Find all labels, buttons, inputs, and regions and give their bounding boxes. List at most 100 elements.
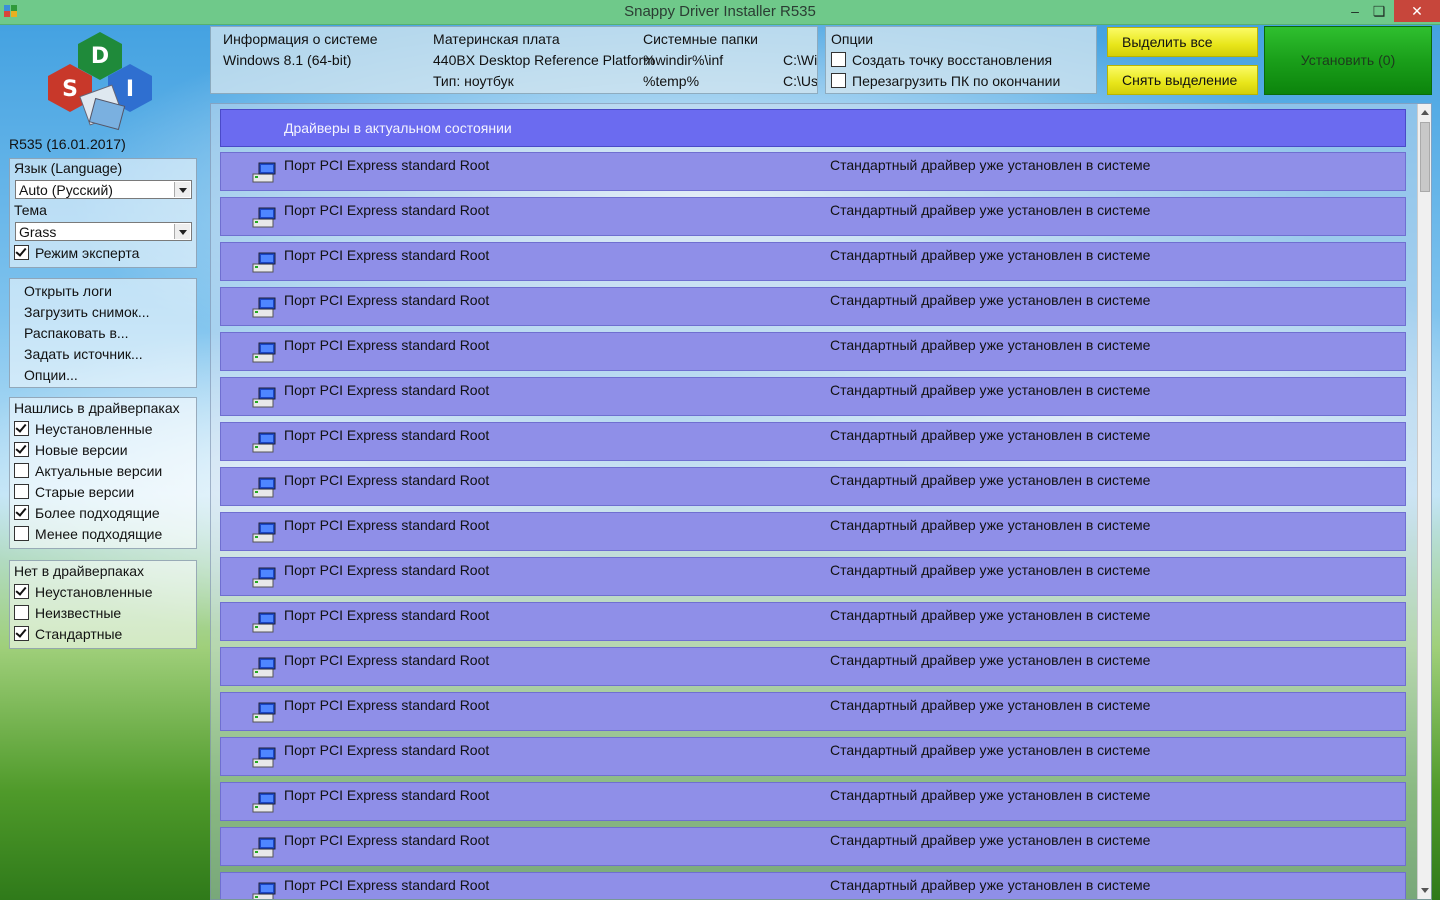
expert-mode-checkbox[interactable]: Режим эксперта (10, 243, 196, 264)
driver-row[interactable]: Порт PCI Express standard Root Стандартн… (220, 782, 1406, 821)
network-device-icon (252, 882, 276, 899)
driver-row[interactable]: Порт PCI Express standard Root Стандартн… (220, 512, 1406, 551)
select-all-button[interactable]: Выделить все (1107, 27, 1258, 57)
driver-name: Порт PCI Express standard Root (284, 517, 490, 533)
theme-value: Grass (19, 224, 57, 240)
menu-extract-to[interactable]: Распаковать в... (10, 323, 196, 344)
network-device-icon (252, 792, 276, 813)
driver-status: Стандартный драйвер уже установлен в сис… (830, 247, 1151, 263)
language-select[interactable]: Auto (Русский) (15, 180, 192, 199)
filter-missing-not-installed[interactable]: Неустановленные (10, 582, 196, 603)
filter-label: Старые версии (35, 484, 135, 500)
network-device-icon (252, 342, 276, 363)
driver-row[interactable]: Порт PCI Express standard Root Стандартн… (220, 377, 1406, 416)
filter-found-older[interactable]: Старые версии (10, 482, 196, 503)
filter-label: Неустановленные (35, 584, 153, 600)
scroll-up-icon[interactable] (1418, 104, 1431, 120)
language-value: Auto (Русский) (19, 182, 113, 198)
driver-row[interactable]: Порт PCI Express standard Root Стандартн… (220, 422, 1406, 461)
menu-options[interactable]: Опции... (10, 365, 196, 386)
driver-name: Порт PCI Express standard Root (284, 607, 490, 623)
driver-status: Стандартный драйвер уже установлен в сис… (830, 472, 1151, 488)
system-info-panel: Информация о системе Windows 8.1 (64-bit… (210, 26, 818, 94)
checkbox-icon[interactable] (831, 73, 846, 88)
svg-text:D: D (91, 44, 109, 69)
scroll-down-icon[interactable] (1418, 883, 1431, 899)
settings-panel: Язык (Language) Auto (Русский) Тема Gras… (9, 158, 197, 268)
filter-missing-standard[interactable]: Стандартные (10, 624, 196, 645)
list-group-header[interactable]: Драйверы в актуальном состоянии (220, 109, 1406, 147)
restore-point-checkbox[interactable]: Создать точку восстановления (831, 52, 1052, 68)
deselect-button[interactable]: Снять выделение (1107, 65, 1258, 95)
notfound-header: Нет в драйверпаках (14, 563, 145, 579)
driver-rows: Порт PCI Express standard Root Стандартн… (220, 152, 1406, 899)
reboot-checkbox[interactable]: Перезагрузить ПК по окончании (831, 73, 1060, 89)
theme-select[interactable]: Grass (15, 222, 192, 241)
driver-list: Драйверы в актуальном состоянии Порт PCI… (210, 103, 1432, 900)
checkbox-icon[interactable] (14, 463, 29, 478)
chevron-down-icon[interactable] (174, 224, 190, 239)
driver-row[interactable]: Порт PCI Express standard Root Стандартн… (220, 647, 1406, 686)
driver-status: Стандартный драйвер уже установлен в сис… (830, 382, 1151, 398)
filter-found-not-installed[interactable]: Неустановленные (10, 419, 196, 440)
system-folders-label: Системные папки (643, 31, 758, 47)
driver-row[interactable]: Порт PCI Express standard Root Стандартн… (220, 287, 1406, 326)
actions-menu: Открыть логи Загрузить снимок... Распако… (9, 278, 197, 388)
path-temp: C:\Users (783, 73, 818, 89)
checkbox-icon[interactable] (14, 505, 29, 520)
vertical-scrollbar[interactable] (1417, 104, 1431, 899)
driver-row[interactable]: Порт PCI Express standard Root Стандартн… (220, 467, 1406, 506)
motherboard-label: Материнская плата (433, 31, 560, 47)
filter-found-newer[interactable]: Новые версии (10, 440, 196, 461)
menu-load-snapshot[interactable]: Загрузить снимок... (10, 302, 196, 323)
menu-open-logs[interactable]: Открыть логи (10, 281, 196, 302)
sdi-logo: D S I (48, 32, 152, 131)
driver-name: Порт PCI Express standard Root (284, 652, 490, 668)
filter-missing-unknown[interactable]: Неизвестные (10, 603, 196, 624)
network-device-icon (252, 702, 276, 723)
driver-row[interactable]: Порт PCI Express standard Root Стандартн… (220, 242, 1406, 281)
driver-row[interactable]: Порт PCI Express standard Root Стандартн… (220, 602, 1406, 641)
reboot-label: Перезагрузить ПК по окончании (852, 73, 1061, 89)
checkbox-icon[interactable] (14, 421, 29, 436)
driver-name: Порт PCI Express standard Root (284, 832, 490, 848)
filter-label: Актуальные версии (35, 463, 163, 479)
driver-row[interactable]: Порт PCI Express standard Root Стандартн… (220, 152, 1406, 191)
checkbox-icon[interactable] (14, 245, 29, 260)
found-header: Нашлись в драйверпаках (14, 400, 180, 416)
checkbox-icon[interactable] (14, 626, 29, 641)
driver-row[interactable]: Порт PCI Express standard Root Стандартн… (220, 332, 1406, 371)
menu-set-source[interactable]: Задать источник... (10, 344, 196, 365)
checkbox-icon[interactable] (14, 442, 29, 457)
checkbox-icon[interactable] (831, 52, 846, 67)
checkbox-icon[interactable] (14, 526, 29, 541)
scroll-thumb[interactable] (1420, 122, 1430, 192)
filter-found-current[interactable]: Актуальные версии (10, 461, 196, 482)
driver-row[interactable]: Порт PCI Express standard Root Стандартн… (220, 737, 1406, 776)
driver-status: Стандартный драйвер уже установлен в сис… (830, 607, 1151, 623)
sysinfo-label: Информация о системе (223, 31, 378, 47)
svg-text:S: S (62, 77, 78, 102)
filter-found-better[interactable]: Более подходящие (10, 503, 196, 524)
network-device-icon (252, 432, 276, 453)
driver-status: Стандартный драйвер уже установлен в сис… (830, 832, 1151, 848)
driver-row[interactable]: Порт PCI Express standard Root Стандартн… (220, 197, 1406, 236)
driver-row[interactable]: Порт PCI Express standard Root Стандартн… (220, 692, 1406, 731)
driver-name: Порт PCI Express standard Root (284, 247, 490, 263)
device-type: Тип: ноутбук (433, 73, 514, 89)
checkbox-icon[interactable] (14, 605, 29, 620)
close-button[interactable]: ✕ (1394, 0, 1440, 22)
driver-name: Порт PCI Express standard Root (284, 382, 490, 398)
install-button[interactable]: Установить (0) (1264, 26, 1432, 95)
driver-row[interactable]: Порт PCI Express standard Root Стандартн… (220, 827, 1406, 866)
expert-mode-label: Режим эксперта (35, 245, 140, 261)
checkbox-icon[interactable] (14, 584, 29, 599)
filter-label: Менее подходящие (35, 526, 163, 542)
checkbox-icon[interactable] (14, 484, 29, 499)
chevron-down-icon[interactable] (174, 182, 190, 197)
maximize-button[interactable]: ❏ (1362, 0, 1396, 22)
driver-row[interactable]: Порт PCI Express standard Root Стандартн… (220, 872, 1406, 899)
network-device-icon (252, 522, 276, 543)
driver-row[interactable]: Порт PCI Express standard Root Стандартн… (220, 557, 1406, 596)
filter-found-worse[interactable]: Менее подходящие (10, 524, 196, 545)
